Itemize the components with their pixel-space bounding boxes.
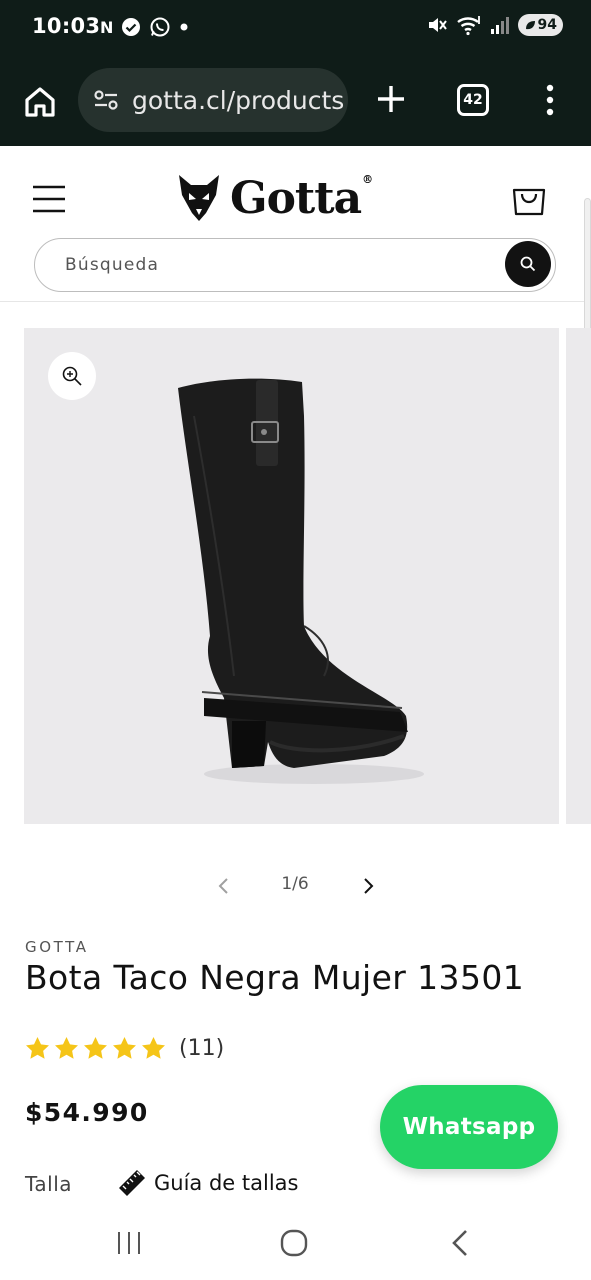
product-vendor: GOTTA	[25, 938, 89, 956]
product-title: Bota Taco Negra Mujer 13501	[25, 958, 525, 997]
check-badge-icon	[122, 18, 141, 36]
review-count: (11)	[179, 1035, 225, 1061]
next-slide-preview[interactable]	[566, 328, 591, 824]
browser-toolbar: gotta.cl/products 42	[0, 56, 591, 146]
whatsapp-button[interactable]: Whatsapp	[380, 1085, 558, 1169]
new-tab-icon[interactable]	[370, 78, 412, 120]
menu-icon[interactable]	[32, 182, 66, 216]
url-text: gotta.cl/products	[132, 85, 345, 115]
address-bar[interactable]: gotta.cl/products	[78, 68, 348, 132]
wifi-icon	[456, 16, 480, 36]
whatsapp-icon	[150, 17, 170, 37]
star-icon	[26, 1036, 49, 1059]
battery-level: 94	[537, 17, 557, 33]
recent-apps-icon[interactable]	[114, 1228, 144, 1258]
star-icon	[84, 1036, 107, 1059]
site-settings-icon[interactable]	[92, 86, 120, 114]
chevron-left-icon[interactable]	[210, 872, 238, 900]
logo-text: Gotta®	[230, 172, 373, 224]
more-options-icon[interactable]	[540, 82, 560, 118]
whatsapp-label: Whatsapp	[402, 1114, 536, 1140]
slide-counter: 1/6	[281, 874, 309, 894]
star-icon	[55, 1036, 78, 1059]
product-image	[178, 378, 424, 784]
search-input[interactable]	[65, 239, 485, 291]
signal-icon	[490, 17, 509, 34]
battery-indicator: 94	[517, 14, 563, 36]
dot-icon	[180, 23, 188, 31]
zoom-in-icon	[62, 366, 82, 386]
mute-icon	[428, 18, 447, 32]
leaf-icon	[525, 21, 535, 30]
system-nav-bar	[0, 1210, 591, 1280]
size-guide-label: Guía de tallas	[154, 1171, 299, 1195]
site-header: Gotta®	[0, 146, 591, 302]
star-icon	[142, 1036, 165, 1059]
tab-count: 42	[463, 92, 483, 108]
notification-icons: N	[100, 16, 189, 38]
system-status: 94	[426, 14, 563, 36]
search-icon	[520, 256, 536, 272]
gallery-controls: 1/6	[0, 866, 591, 906]
zoom-button[interactable]	[48, 352, 96, 400]
star-icon	[113, 1036, 136, 1059]
cart-icon[interactable]	[510, 180, 548, 218]
ruler-icon	[119, 1170, 145, 1196]
back-icon[interactable]	[444, 1226, 476, 1260]
product-gallery[interactable]	[24, 328, 559, 824]
n-icon: N	[100, 17, 114, 37]
fox-logo-icon	[179, 175, 219, 221]
search-button[interactable]	[505, 241, 551, 287]
chevron-right-icon[interactable]	[354, 872, 382, 900]
search-bar	[34, 238, 556, 292]
size-guide-link[interactable]: Guía de tallas	[116, 1164, 298, 1202]
site-logo[interactable]: Gotta®	[176, 172, 418, 224]
status-time: 10:03	[32, 14, 101, 38]
nav-home-icon[interactable]	[278, 1227, 310, 1259]
rating-stars	[24, 1035, 167, 1062]
home-icon[interactable]	[20, 82, 60, 122]
status-bar: 10:03 N 94	[0, 0, 591, 56]
size-label: Talla	[25, 1172, 73, 1196]
tab-switcher-button[interactable]: 42	[457, 84, 489, 116]
product-price: $54.990	[25, 1098, 149, 1127]
product-rating[interactable]: (11)	[24, 1030, 224, 1066]
